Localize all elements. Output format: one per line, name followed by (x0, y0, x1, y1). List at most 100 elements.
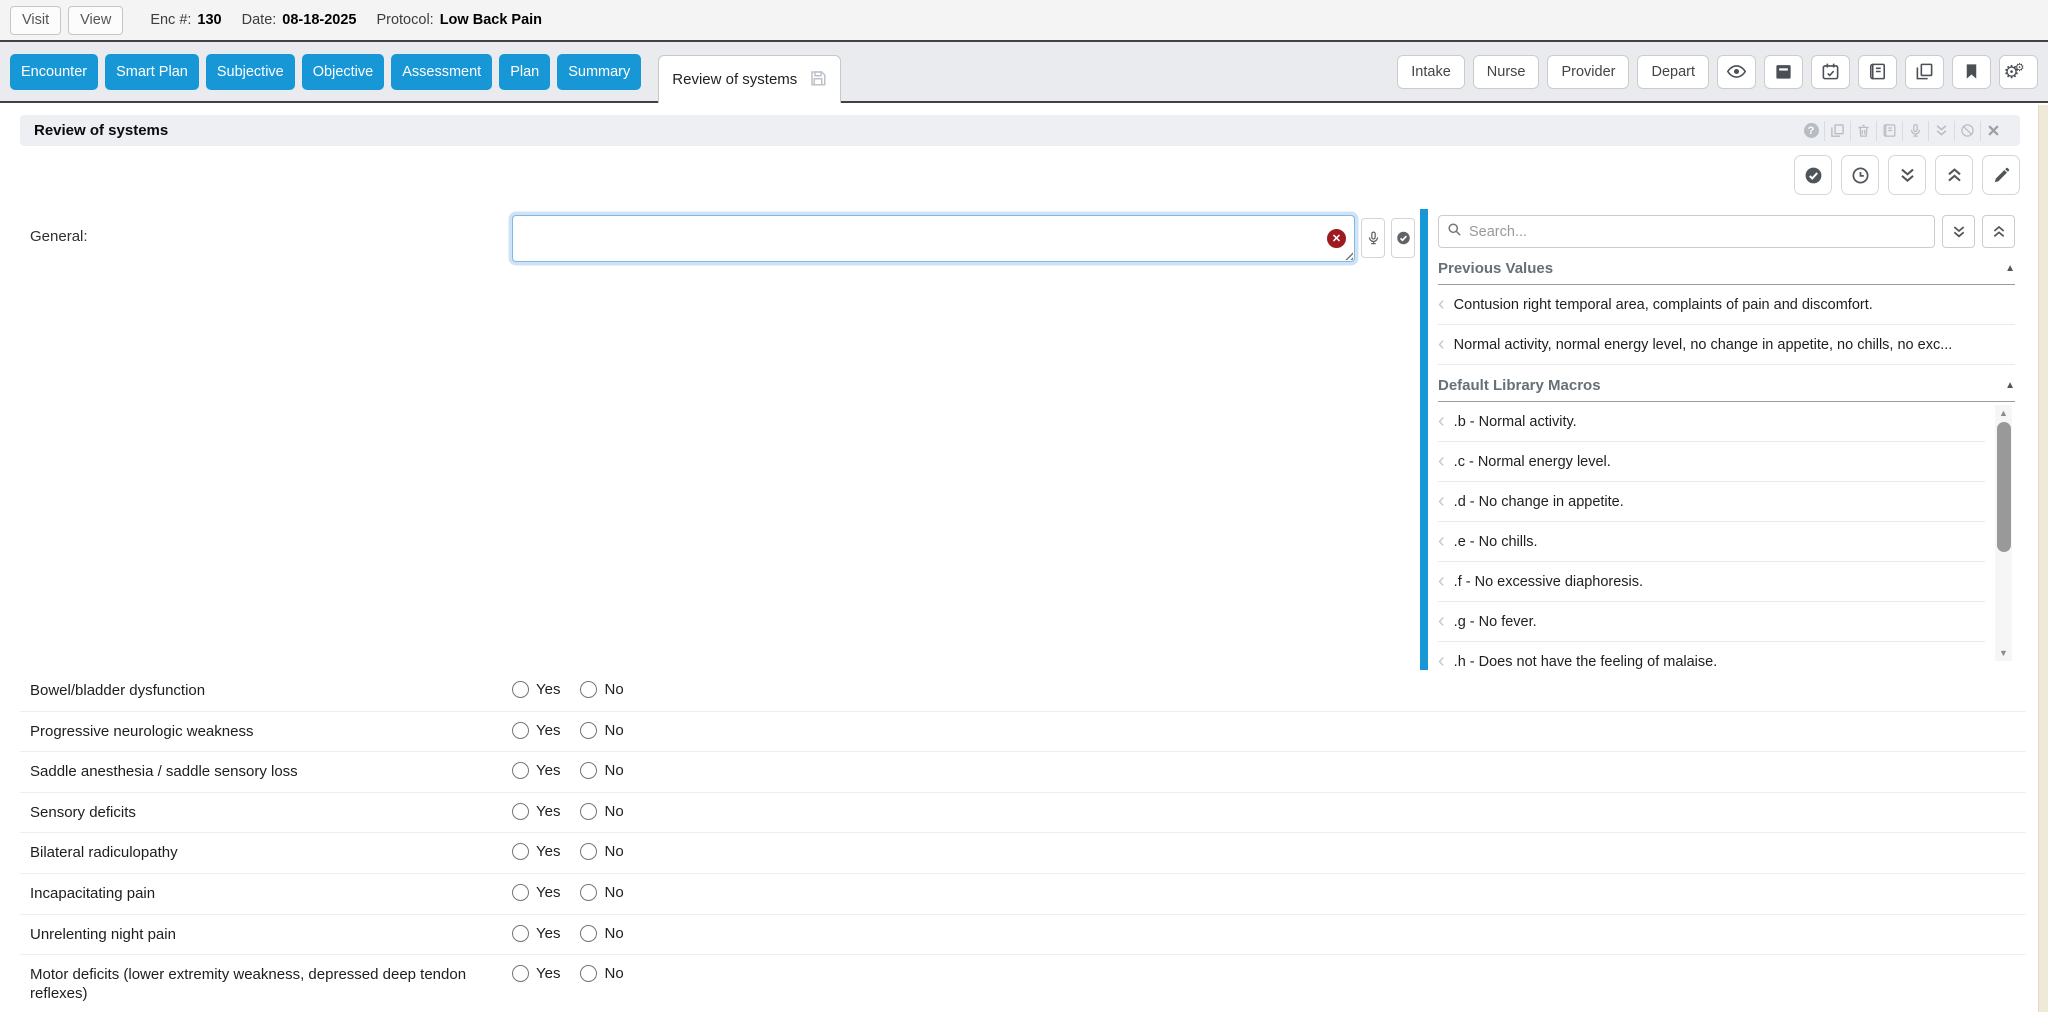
previous-values-title: Previous Values (1438, 260, 1553, 277)
tab-subjective[interactable]: Subjective (206, 54, 295, 90)
macros-list: ‹ .b - Normal activity. ‹ .c - Normal en… (1438, 402, 2015, 670)
macro-text: .f - No excessive diaphoresis. (1454, 574, 1643, 590)
archive-icon[interactable] (1764, 55, 1803, 89)
previous-value-item[interactable]: ‹ Normal activity, normal energy level, … (1438, 325, 2015, 365)
clear-field-icon[interactable]: ✕ (1326, 228, 1347, 249)
help-icon[interactable]: ? (1798, 121, 1824, 141)
top-bar: Visit View Enc #: 130 Date: 08-18-2025 P… (0, 0, 2048, 42)
view-button[interactable]: View (68, 6, 123, 35)
macro-item[interactable]: ‹ .d - No change in appetite. (1438, 482, 1985, 522)
intake-button[interactable]: Intake (1397, 55, 1465, 89)
nurse-button[interactable]: Nurse (1473, 55, 1540, 89)
no-radio[interactable]: No (580, 803, 623, 820)
yes-radio[interactable]: Yes (512, 681, 560, 698)
yes-radio[interactable]: Yes (512, 965, 560, 982)
tab-review-of-systems-active[interactable]: Review of systems (658, 55, 841, 103)
general-textarea[interactable] (512, 215, 1355, 262)
search-input[interactable] (1469, 224, 1926, 240)
macro-item[interactable]: ‹ .c - Normal energy level. (1438, 442, 1985, 482)
search-box (1438, 215, 1935, 248)
yes-radio[interactable]: Yes (512, 843, 560, 860)
quick-actions (1794, 155, 2020, 195)
ban-icon[interactable] (1954, 121, 1980, 141)
yes-radio[interactable]: Yes (512, 762, 560, 779)
question-row: Bilateral radiculopathy Yes No (20, 833, 2026, 874)
macro-text: .b - Normal activity. (1454, 414, 1577, 430)
collapse-triangle-icon[interactable]: ▲ (2005, 263, 2015, 274)
default-library-macros-header[interactable]: Default Library Macros ▲ (1438, 377, 2015, 402)
confirm-check-icon[interactable] (1391, 218, 1415, 258)
double-chevron-down-icon[interactable] (1888, 155, 1926, 195)
double-chevron-down-icon[interactable] (1928, 121, 1954, 141)
collapse-all-icon[interactable] (1982, 215, 2015, 248)
tab-assessment[interactable]: Assessment (391, 54, 492, 90)
copy-icon[interactable] (1905, 55, 1944, 89)
dictate-microphone-icon[interactable] (1361, 218, 1385, 258)
trash-icon[interactable] (1850, 121, 1876, 141)
depart-button[interactable]: Depart (1637, 55, 1709, 89)
macro-item[interactable]: ‹ .f - No excessive diaphoresis. (1438, 562, 1985, 602)
no-radio[interactable]: No (580, 762, 623, 779)
macro-item[interactable]: ‹ .e - No chills. (1438, 522, 1985, 562)
question-row: Sensory deficits Yes No (20, 793, 2026, 834)
tab-plan[interactable]: Plan (499, 54, 550, 90)
book-icon[interactable] (1858, 55, 1897, 89)
scrollbar-thumb[interactable] (1997, 422, 2011, 552)
search-icon (1447, 222, 1462, 242)
copy-icon[interactable] (1824, 121, 1850, 141)
general-field-label: General: (30, 228, 88, 245)
save-icon[interactable] (809, 69, 827, 91)
no-radio[interactable]: No (580, 722, 623, 739)
expand-all-icon[interactable] (1942, 215, 1975, 248)
macros-scrollbar[interactable]: ▲ ▼ (1995, 405, 2012, 661)
macro-item[interactable]: ‹ .g - No fever. (1438, 602, 1985, 642)
previous-values-header[interactable]: Previous Values ▲ (1438, 260, 2015, 285)
yes-radio[interactable]: Yes (512, 925, 560, 942)
scroll-up-icon[interactable]: ▲ (1999, 405, 2008, 421)
question-label: Progressive neurologic weakness (30, 722, 512, 741)
question-label: Sensory deficits (30, 803, 512, 822)
eye-icon[interactable] (1717, 55, 1756, 89)
question-row: Saddle anesthesia / saddle sensory loss … (20, 752, 2026, 793)
no-radio[interactable]: No (580, 843, 623, 860)
no-radio[interactable]: No (580, 884, 623, 901)
provider-button[interactable]: Provider (1547, 55, 1629, 89)
clock-icon[interactable] (1841, 155, 1879, 195)
encounter-date: Date: 08-18-2025 (242, 12, 357, 28)
previous-value-item[interactable]: ‹ Contusion right temporal area, complai… (1438, 285, 2015, 325)
tab-summary[interactable]: Summary (557, 54, 641, 90)
no-radio[interactable]: No (580, 681, 623, 698)
double-chevron-up-icon[interactable] (1935, 155, 1973, 195)
question-label: Saddle anesthesia / saddle sensory loss (30, 762, 512, 781)
pencil-icon[interactable] (1982, 155, 2020, 195)
no-radio[interactable]: No (580, 965, 623, 982)
panel-title: Review of systems (34, 122, 168, 139)
macro-item[interactable]: ‹ .b - Normal activity. (1438, 402, 1985, 442)
yes-radio[interactable]: Yes (512, 884, 560, 901)
collapse-triangle-icon[interactable]: ▲ (2005, 380, 2015, 391)
yes-radio[interactable]: Yes (512, 722, 560, 739)
insert-chevron-icon: ‹ (1438, 294, 1445, 314)
book-icon[interactable] (1876, 121, 1902, 141)
macro-item[interactable]: ‹ .h - Does not have the feeling of mala… (1438, 642, 1985, 670)
microphone-icon[interactable] (1902, 121, 1928, 141)
calendar-check-icon[interactable] (1811, 55, 1850, 89)
tab-smart-plan[interactable]: Smart Plan (105, 54, 199, 90)
close-icon[interactable] (1980, 121, 2006, 141)
bookmark-icon[interactable] (1952, 55, 1991, 89)
tab-encounter[interactable]: Encounter (10, 54, 98, 90)
yes-radio[interactable]: Yes (512, 803, 560, 820)
scroll-down-icon[interactable]: ▼ (1999, 645, 2008, 661)
toolbar-right-group: Intake Nurse Provider Depart (1397, 55, 2038, 89)
tab-objective[interactable]: Objective (302, 54, 384, 90)
question-row: Progressive neurologic weakness Yes No (20, 712, 2026, 753)
settings-gears-icon[interactable]: ⚙⚙ (1999, 55, 2038, 89)
visit-button[interactable]: Visit (10, 6, 61, 35)
right-edge-strip (2038, 105, 2048, 1012)
insert-chevron-icon: ‹ (1438, 651, 1445, 671)
no-radio[interactable]: No (580, 925, 623, 942)
check-circle-icon[interactable] (1794, 155, 1832, 195)
macro-text: .c - Normal energy level. (1454, 454, 1611, 470)
question-row: Unrelenting night pain Yes No (20, 915, 2026, 956)
question-row: Bowel/bladder dysfunction Yes No (20, 671, 2026, 712)
